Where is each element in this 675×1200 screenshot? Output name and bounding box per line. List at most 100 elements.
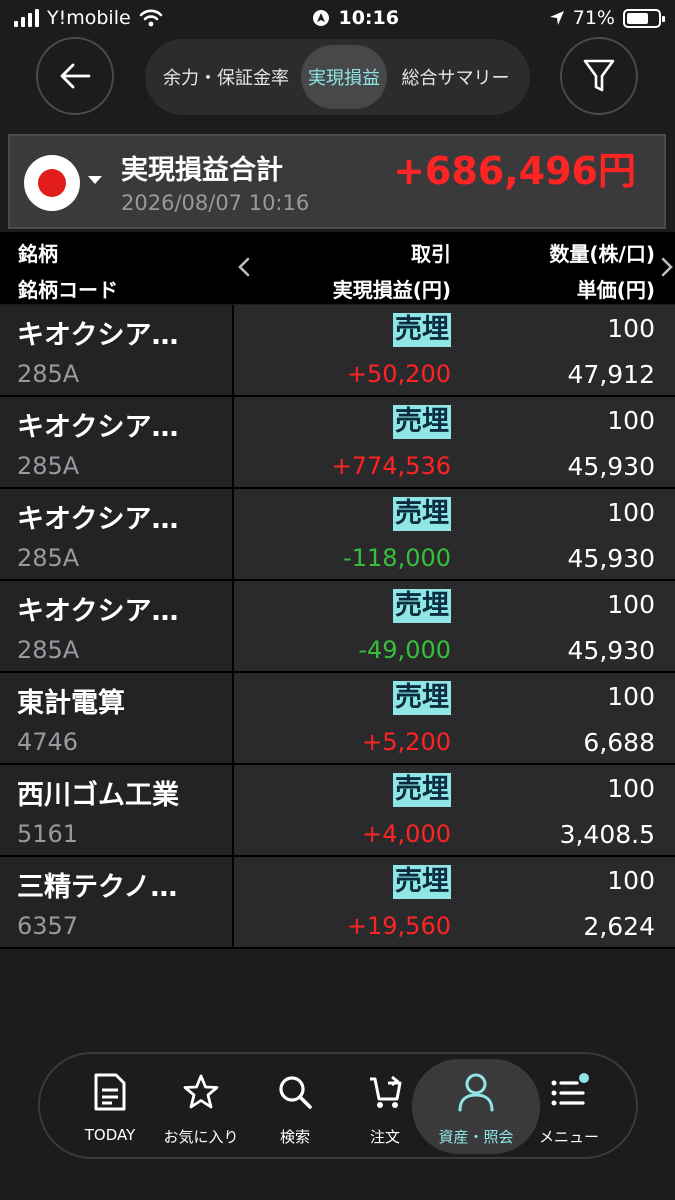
stock-code: 285A <box>17 636 80 664</box>
arrow-left-icon <box>60 63 91 89</box>
tab-bar: 余力・保証金率 実現損益 総合サマリー <box>145 39 530 115</box>
nav-order[interactable]: 注文 <box>337 1072 433 1147</box>
chevron-right-icon[interactable] <box>660 256 674 278</box>
quantity: 100 <box>607 682 655 711</box>
quantity: 100 <box>607 498 655 527</box>
location-arrow-icon <box>549 11 564 25</box>
star-icon <box>183 1074 219 1109</box>
tab-realized-pl[interactable]: 実現損益 <box>301 45 387 109</box>
cart-icon <box>370 1075 402 1108</box>
menu-icon <box>551 1073 589 1106</box>
japan-flag-icon <box>38 169 66 197</box>
market-selector[interactable] <box>24 155 80 211</box>
stock-code: 6357 <box>17 912 79 940</box>
stock-name: キオクシア… <box>17 412 179 443</box>
carrier-label: Y!mobile <box>47 7 131 29</box>
nav-menu[interactable]: メニュー <box>521 1072 617 1147</box>
realized-pl: +4,000 <box>362 820 451 848</box>
stock-code: 285A <box>17 544 80 572</box>
stock-name: キオクシア… <box>17 320 179 351</box>
table-row[interactable]: 西川ゴム工業 5161 売埋 +4,000 100 3,408.5 <box>0 765 675 857</box>
col-code: 銘柄コード <box>18 278 118 302</box>
realized-pl: +19,560 <box>346 912 451 940</box>
col-quantity: 数量(株/口) <box>549 242 655 266</box>
quantity: 100 <box>607 590 655 619</box>
filter-icon <box>583 59 615 92</box>
stock-code: 285A <box>17 360 80 388</box>
caret-down-icon[interactable] <box>88 176 102 184</box>
quantity: 100 <box>607 866 655 895</box>
nav-assets[interactable]: 資産・照会 <box>428 1072 524 1147</box>
table-row[interactable]: キオクシア… 285A 売埋 +50,200 100 47,912 <box>0 305 675 397</box>
stock-code: 4746 <box>17 728 79 756</box>
table-row[interactable]: 三精テクノ… 6357 売埋 +19,560 100 2,624 <box>0 857 675 949</box>
search-icon <box>279 1076 312 1109</box>
stock-name: キオクシア… <box>17 504 179 535</box>
unit-price: 45,930 <box>567 636 655 665</box>
nav-label: 資産・照会 <box>438 1128 514 1146</box>
notification-dot-icon <box>579 1073 589 1083</box>
realized-pl: -49,000 <box>358 636 451 664</box>
col-realized-pl: 実現損益(円) <box>332 278 451 302</box>
trade-badge: 売埋 <box>393 497 451 531</box>
quantity: 100 <box>607 314 655 343</box>
pl-summary: 実現損益合計 2026/08/07 10:16 +686,496円 <box>8 134 666 229</box>
nav-today[interactable]: TODAY <box>62 1072 158 1144</box>
trade-badge: 売埋 <box>393 681 451 715</box>
unit-price: 3,408.5 <box>559 820 655 849</box>
summary-date: 2026/08/07 10:16 <box>121 191 310 215</box>
table-row[interactable]: キオクシア… 285A 売埋 +774,536 100 45,930 <box>0 397 675 489</box>
location-lock-icon <box>313 10 330 26</box>
trade-badge: 売埋 <box>393 313 451 347</box>
summary-title: 実現損益合計 <box>121 155 283 186</box>
tab-summary[interactable]: 総合サマリー <box>387 45 524 109</box>
status-bar: Y!mobile 10:16 71% <box>0 0 675 36</box>
battery-percent: 71% <box>572 7 615 29</box>
trade-badge: 売埋 <box>393 405 451 439</box>
document-icon <box>94 1073 126 1111</box>
nav-search[interactable]: 検索 <box>247 1072 343 1147</box>
filter-button[interactable] <box>560 37 638 115</box>
bottom-nav: TODAY お気に入り 検索 注文 資産・照会 メニュー <box>38 1052 638 1159</box>
quantity: 100 <box>607 774 655 803</box>
stock-code: 5161 <box>17 820 79 848</box>
table-row[interactable]: キオクシア… 285A 売埋 -118,000 100 45,930 <box>0 489 675 581</box>
stock-name: 西川ゴム工業 <box>17 780 179 811</box>
signal-icon <box>14 9 39 27</box>
nav-label: 注文 <box>369 1128 400 1146</box>
table-row[interactable]: 東計電算 4746 売埋 +5,200 100 6,688 <box>0 673 675 765</box>
nav-label: 検索 <box>279 1128 310 1146</box>
wifi-icon <box>139 9 162 27</box>
trade-badge: 売埋 <box>393 589 451 623</box>
col-trade: 取引 <box>411 242 451 266</box>
nav-label: メニュー <box>538 1128 599 1146</box>
table-header: 銘柄 銘柄コード 取引 実現損益(円) 数量(株/口) 単価(円) <box>0 232 675 304</box>
battery-icon <box>622 8 665 28</box>
tab-margin-ratio[interactable]: 余力・保証金率 <box>151 45 301 109</box>
person-icon <box>458 1073 494 1112</box>
realized-pl: -118,000 <box>343 544 451 572</box>
stock-name: 三精テクノ… <box>17 872 178 903</box>
stock-name: キオクシア… <box>17 596 179 627</box>
back-button[interactable] <box>36 37 114 115</box>
table-row[interactable]: キオクシア… 285A 売埋 -49,000 100 45,930 <box>0 581 675 673</box>
unit-price: 47,912 <box>567 360 655 389</box>
nav-label: お気に入り <box>163 1128 239 1146</box>
pl-table: キオクシア… 285A 売埋 +50,200 100 47,912 キオクシア…… <box>0 305 675 949</box>
trade-badge: 売埋 <box>393 773 451 807</box>
col-stock: 銘柄 <box>18 242 58 266</box>
stock-name: 東計電算 <box>17 688 125 719</box>
clock: 10:16 <box>338 7 399 29</box>
unit-price: 45,930 <box>567 452 655 481</box>
unit-price: 6,688 <box>583 728 655 757</box>
stock-code: 285A <box>17 452 80 480</box>
chevron-left-icon[interactable] <box>237 256 251 278</box>
quantity: 100 <box>607 406 655 435</box>
realized-pl: +5,200 <box>362 728 451 756</box>
summary-total: +686,496円 <box>393 149 636 193</box>
nav-favorites[interactable]: お気に入り <box>153 1072 249 1147</box>
realized-pl: +50,200 <box>346 360 451 388</box>
nav-label: TODAY <box>84 1126 136 1144</box>
col-unit-price: 単価(円) <box>576 278 655 302</box>
realized-pl: +774,536 <box>331 452 451 480</box>
